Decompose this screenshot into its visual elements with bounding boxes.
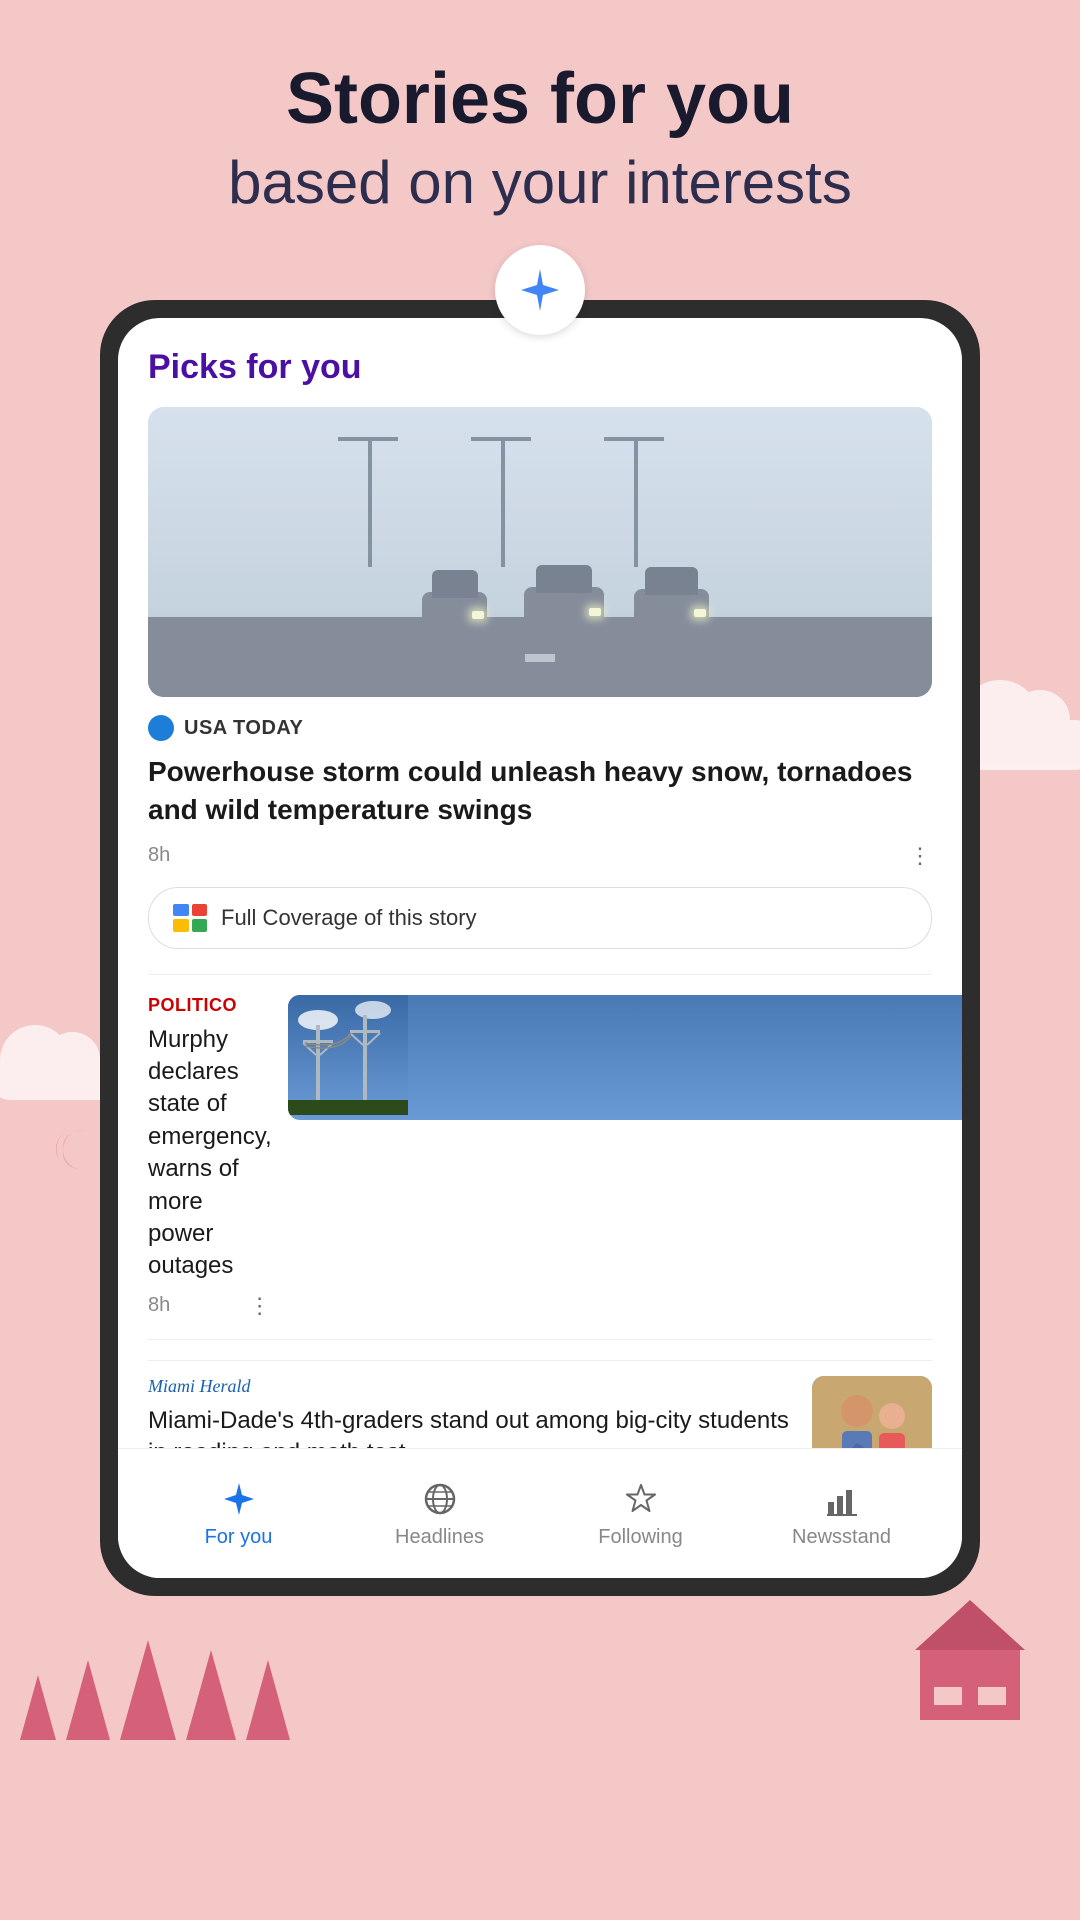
miami-herald-source: Miami Herald	[148, 1376, 796, 1397]
divider	[148, 974, 932, 975]
politico-article[interactable]: POLITICO Murphy declares state of emerge…	[148, 995, 932, 1319]
following-label: Following	[598, 1526, 682, 1549]
headlines-icon	[419, 1478, 461, 1520]
featured-headline[interactable]: Powerhouse storm could unleash heavy sno…	[148, 753, 932, 829]
more-options-button[interactable]: ⋮	[909, 843, 932, 869]
newsstand-label: Newsstand	[792, 1526, 891, 1549]
phone-frame: Picks for you	[100, 300, 980, 1596]
trees-decoration	[20, 1640, 290, 1740]
article-meta-row: 8h ⋮	[148, 1293, 272, 1319]
usa-today-logo	[148, 715, 174, 741]
tree-icon	[186, 1650, 236, 1740]
more-options-button-2[interactable]: ⋮	[249, 1293, 272, 1319]
featured-article-image[interactable]	[148, 407, 932, 697]
divider-2	[148, 1339, 932, 1340]
full-coverage-button[interactable]: Full Coverage of this story	[148, 887, 932, 949]
politico-thumbnail	[288, 995, 962, 1120]
nav-headlines[interactable]: Headlines	[380, 1478, 500, 1549]
article-time-2: 8h	[148, 1294, 170, 1317]
snow-overlay	[148, 407, 932, 697]
full-coverage-label: Full Coverage of this story	[221, 905, 477, 931]
source-row: USA TODAY	[148, 715, 932, 741]
nav-for-you[interactable]: For you	[179, 1478, 299, 1549]
tree-icon	[120, 1640, 176, 1740]
header-title: Stories for you	[60, 60, 1020, 139]
tree-icon	[66, 1660, 110, 1740]
following-icon	[620, 1478, 662, 1520]
phone-mockup: Picks for you	[100, 300, 980, 1596]
fc-cell-green	[192, 919, 208, 932]
featured-article[interactable]: USA TODAY Powerhouse storm could unleash…	[148, 407, 932, 949]
miami-thumbnail	[812, 1376, 932, 1448]
sparkle-logo-icon	[517, 267, 563, 313]
house-body	[920, 1650, 1020, 1720]
nav-newsstand[interactable]: Newsstand	[782, 1478, 902, 1549]
power-line-illustration	[288, 995, 408, 1115]
globe-nav-icon	[421, 1480, 459, 1518]
article-text-block: POLITICO Murphy declares state of emerge…	[148, 995, 272, 1319]
miami-illustration	[812, 1376, 932, 1448]
source-name: USA TODAY	[184, 717, 303, 740]
miami-headline: Miami-Dade's 4th-graders stand out among…	[148, 1405, 796, 1448]
star-nav-icon	[622, 1480, 660, 1518]
full-coverage-icon	[173, 904, 207, 932]
bottom-navigation: For you Headl	[118, 1448, 962, 1578]
fc-cell-red	[192, 904, 208, 917]
politico-headline: Murphy declares state of emergency, warn…	[148, 1024, 272, 1283]
fc-cell-yellow	[173, 919, 189, 932]
tree-icon	[20, 1675, 56, 1740]
news-feed[interactable]: Picks for you	[118, 318, 962, 1448]
miami-text-block: Miami Herald Miami-Dade's 4th-graders st…	[148, 1376, 796, 1448]
header: Stories for you based on your interests	[0, 60, 1080, 219]
header-subtitle: based on your interests	[60, 147, 1020, 219]
blizzard-scene	[148, 407, 932, 697]
nav-following[interactable]: Following	[581, 1478, 701, 1549]
chart-nav-icon	[823, 1480, 861, 1518]
house-window-2	[978, 1687, 1006, 1705]
headlines-label: Headlines	[395, 1526, 484, 1549]
house-roof	[915, 1600, 1025, 1650]
fc-cell-blue	[173, 904, 189, 917]
phone-screen: Picks for you	[118, 318, 962, 1578]
moon-icon	[45, 1120, 100, 1175]
politico-source: POLITICO	[148, 995, 272, 1016]
google-icon-wrapper	[495, 245, 585, 335]
sparkle-nav-icon	[220, 1480, 258, 1518]
miami-herald-article[interactable]: Miami Herald Miami-Dade's 4th-graders st…	[148, 1360, 932, 1448]
house-decoration	[920, 1650, 1020, 1720]
for-you-icon	[218, 1478, 260, 1520]
screen-content: Picks for you	[118, 318, 962, 1578]
newsstand-icon	[821, 1478, 863, 1520]
tree-icon	[246, 1660, 290, 1740]
for-you-label: For you	[205, 1526, 273, 1549]
house-window	[934, 1687, 962, 1705]
article-time: 8h	[148, 844, 170, 867]
article-meta: 8h ⋮	[148, 843, 932, 869]
picks-title: Picks for you	[148, 348, 932, 387]
